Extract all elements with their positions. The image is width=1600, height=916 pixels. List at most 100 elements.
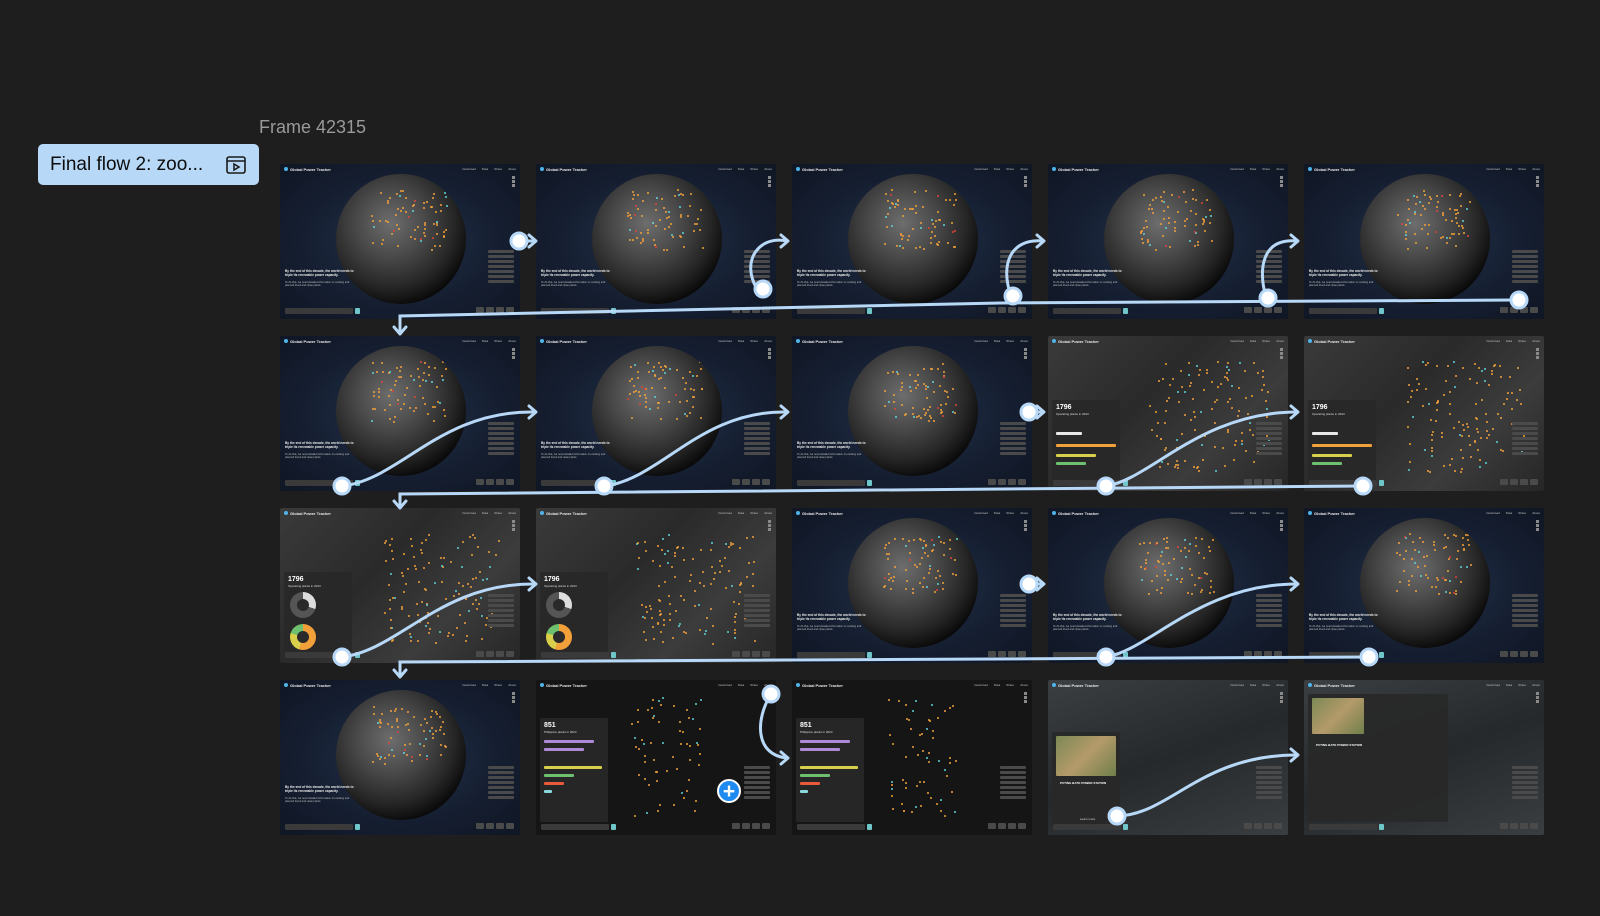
legend-item[interactable] xyxy=(1256,599,1282,602)
nav-item[interactable]: Data xyxy=(1250,511,1256,515)
frame-title[interactable]: Frame 42315 xyxy=(259,117,366,138)
search-button[interactable] xyxy=(867,480,872,486)
map-control-button[interactable] xyxy=(752,479,760,485)
legend-item[interactable] xyxy=(488,771,514,774)
legend-item[interactable] xyxy=(1512,427,1538,430)
screen-thumbnail[interactable]: Global Power Tracker Download Data Share Abo… xyxy=(536,336,776,491)
legend-item[interactable] xyxy=(488,447,514,450)
legend-item[interactable] xyxy=(1256,771,1282,774)
map-control-button[interactable] xyxy=(732,651,740,657)
screen-thumbnail[interactable]: Global Power Tracker Download Data Share Abo… xyxy=(1304,680,1544,835)
map-control-button[interactable] xyxy=(1510,307,1518,313)
nav-item[interactable]: Download xyxy=(462,339,475,343)
map-legend[interactable] xyxy=(744,594,770,627)
zoom-button[interactable] xyxy=(1280,176,1283,179)
map-control-button[interactable] xyxy=(506,823,514,829)
map-control-button[interactable] xyxy=(1254,307,1262,313)
map-control-button[interactable] xyxy=(1500,307,1508,313)
legend-item[interactable] xyxy=(744,437,770,440)
map-control-button[interactable] xyxy=(486,479,494,485)
map-control-button[interactable] xyxy=(1530,307,1538,313)
legend-item[interactable] xyxy=(1256,250,1282,253)
screen-thumbnail[interactable]: Global Power Tracker Download Data Share Abo… xyxy=(792,164,1032,319)
legend-item[interactable] xyxy=(488,255,514,258)
map-control-button[interactable] xyxy=(1254,479,1262,485)
zoom-controls[interactable] xyxy=(512,520,515,534)
map-control-button[interactable] xyxy=(496,307,504,313)
map-bottom-controls[interactable] xyxy=(1244,823,1282,829)
map-control-button[interactable] xyxy=(762,479,770,485)
zoom-controls[interactable] xyxy=(1536,692,1539,706)
nav-item[interactable]: Share xyxy=(750,339,758,343)
nav-item[interactable]: Share xyxy=(1518,167,1526,171)
map-control-button[interactable] xyxy=(506,307,514,313)
map-control-button[interactable] xyxy=(762,307,770,313)
zoom-button[interactable] xyxy=(1536,352,1539,355)
map-control-button[interactable] xyxy=(1510,651,1518,657)
nav-item[interactable]: Download xyxy=(718,339,731,343)
legend-item[interactable] xyxy=(488,427,514,430)
map-control-button[interactable] xyxy=(476,307,484,313)
map-control-button[interactable] xyxy=(742,651,750,657)
map-control-button[interactable] xyxy=(752,307,760,313)
zoom-button[interactable] xyxy=(1024,352,1027,355)
map-legend[interactable] xyxy=(1512,766,1538,799)
map-legend[interactable] xyxy=(1000,594,1026,627)
nav-item[interactable]: Download xyxy=(1230,511,1243,515)
legend-item[interactable] xyxy=(1000,776,1026,779)
legend-item[interactable] xyxy=(488,594,514,597)
map-control-button[interactable] xyxy=(476,479,484,485)
zoom-button[interactable] xyxy=(1024,348,1027,351)
screen-thumbnail[interactable]: Global Power Tracker Download Data Share Abo… xyxy=(280,336,520,491)
map-legend[interactable] xyxy=(488,766,514,799)
screen-thumbnail[interactable]: Global Power Tracker Download Data Share Abo… xyxy=(1304,336,1544,491)
legend-item[interactable] xyxy=(1512,609,1538,612)
screen-thumbnail[interactable]: Global Power Tracker Download Data Share Abo… xyxy=(1048,336,1288,491)
legend-item[interactable] xyxy=(1512,624,1538,627)
legend-item[interactable] xyxy=(744,604,770,607)
legend-item[interactable] xyxy=(744,427,770,430)
nav-item[interactable]: About xyxy=(1532,167,1540,171)
legend-item[interactable] xyxy=(1512,614,1538,617)
zoom-button[interactable] xyxy=(1536,692,1539,695)
legend-item[interactable] xyxy=(744,781,770,784)
legend-item[interactable] xyxy=(1256,791,1282,794)
zoom-controls[interactable] xyxy=(1536,176,1539,190)
search-button[interactable] xyxy=(1123,652,1128,658)
map-control-button[interactable] xyxy=(1008,823,1016,829)
zoom-button[interactable] xyxy=(512,356,515,359)
legend-item[interactable] xyxy=(488,442,514,445)
legend-item[interactable] xyxy=(744,422,770,425)
map-bottom-controls[interactable] xyxy=(988,479,1026,485)
zoom-controls[interactable] xyxy=(1024,520,1027,534)
legend-item[interactable] xyxy=(1000,265,1026,268)
map-bottom-controls[interactable] xyxy=(1500,307,1538,313)
zoom-button[interactable] xyxy=(1536,348,1539,351)
zoom-button[interactable] xyxy=(1536,520,1539,523)
zoom-button[interactable] xyxy=(512,348,515,351)
screen-thumbnail[interactable]: Global Power Tracker Download Data Share Abo… xyxy=(536,164,776,319)
legend-item[interactable] xyxy=(1512,796,1538,799)
legend-item[interactable] xyxy=(1256,270,1282,273)
search-input[interactable] xyxy=(1309,652,1377,658)
nav-item[interactable]: Data xyxy=(1250,167,1256,171)
zoom-button[interactable] xyxy=(768,176,771,179)
nav-item[interactable]: Share xyxy=(1006,167,1014,171)
search-input[interactable] xyxy=(285,824,353,830)
screen-thumbnail[interactable]: Global Power Tracker Download Data Share Abo… xyxy=(1048,164,1288,319)
search-input[interactable] xyxy=(1309,824,1377,830)
zoom-button[interactable] xyxy=(512,352,515,355)
map-legend[interactable] xyxy=(1256,766,1282,799)
legend-item[interactable] xyxy=(1000,255,1026,258)
nav-item[interactable]: About xyxy=(1276,511,1284,515)
map-bottom-controls[interactable] xyxy=(1244,307,1282,313)
legend-item[interactable] xyxy=(1512,280,1538,283)
legend-item[interactable] xyxy=(488,250,514,253)
legend-item[interactable] xyxy=(1000,771,1026,774)
legend-item[interactable] xyxy=(744,776,770,779)
legend-item[interactable] xyxy=(1000,250,1026,253)
map-control-button[interactable] xyxy=(1520,823,1528,829)
map-control-button[interactable] xyxy=(1274,479,1282,485)
legend-item[interactable] xyxy=(744,614,770,617)
legend-item[interactable] xyxy=(1512,604,1538,607)
